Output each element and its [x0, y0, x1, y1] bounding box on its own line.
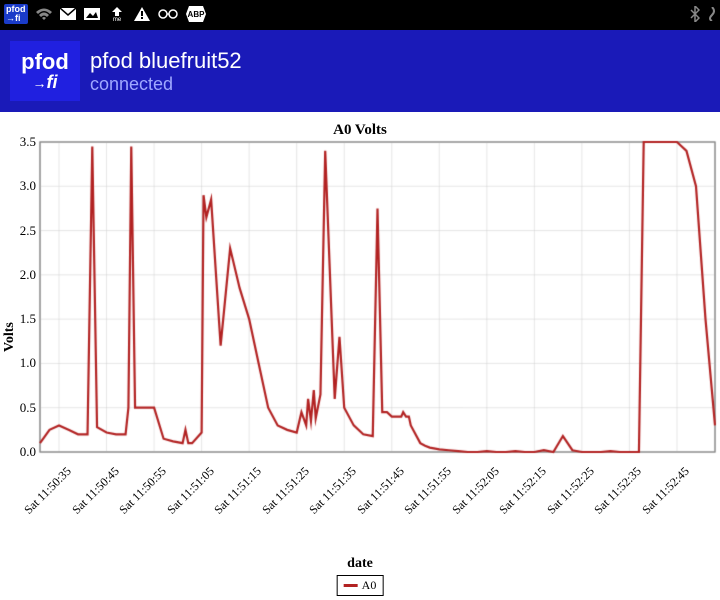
mail-icon: [60, 8, 76, 20]
connection-status: connected: [90, 74, 242, 95]
legend-swatch: [344, 584, 358, 587]
y-tick-label: 2.5: [6, 223, 36, 239]
y-tick-label: 1.5: [6, 311, 36, 327]
y-tick-label: 0.5: [6, 400, 36, 416]
header-text: pfod bluefruit52 connected: [90, 48, 242, 95]
battery-icon: [708, 7, 716, 21]
chart-container[interactable]: A0 Volts Volts 0.00.51.01.52.02.53.03.5 …: [0, 112, 720, 600]
app-header: pfod →fi pfod bluefruit52 connected: [0, 28, 720, 112]
svg-text:ABP: ABP: [187, 10, 205, 19]
legend-label: A0: [362, 578, 377, 593]
device-title: pfod bluefruit52: [90, 48, 242, 74]
abp-icon: ABP: [186, 6, 206, 22]
svg-text:me: me: [112, 17, 121, 21]
y-tick-label: 3.0: [6, 178, 36, 194]
alert-icon: [134, 7, 150, 21]
y-tick-label: 2.0: [6, 267, 36, 283]
me-icon: me: [108, 7, 126, 21]
wifi-icon: [36, 8, 52, 20]
y-tick-label: 1.0: [6, 355, 36, 371]
chart-legend: A0: [337, 575, 384, 596]
y-tick-label: 0.0: [6, 444, 36, 460]
glasses-icon: [158, 9, 178, 19]
picture-icon: [84, 8, 100, 20]
logo-text-1: pfod: [21, 51, 69, 73]
x-axis-label: date: [0, 556, 720, 572]
bluetooth-icon: [690, 6, 700, 22]
status-bar: pfod→fi me ABP: [0, 0, 720, 28]
logo-text-2: →fi: [33, 73, 58, 92]
pfod-logo: pfod →fi: [10, 41, 80, 101]
line-chart[interactable]: [0, 112, 720, 600]
y-tick-label: 3.5: [6, 134, 36, 150]
pfod-mini-icon: pfod→fi: [4, 4, 28, 24]
